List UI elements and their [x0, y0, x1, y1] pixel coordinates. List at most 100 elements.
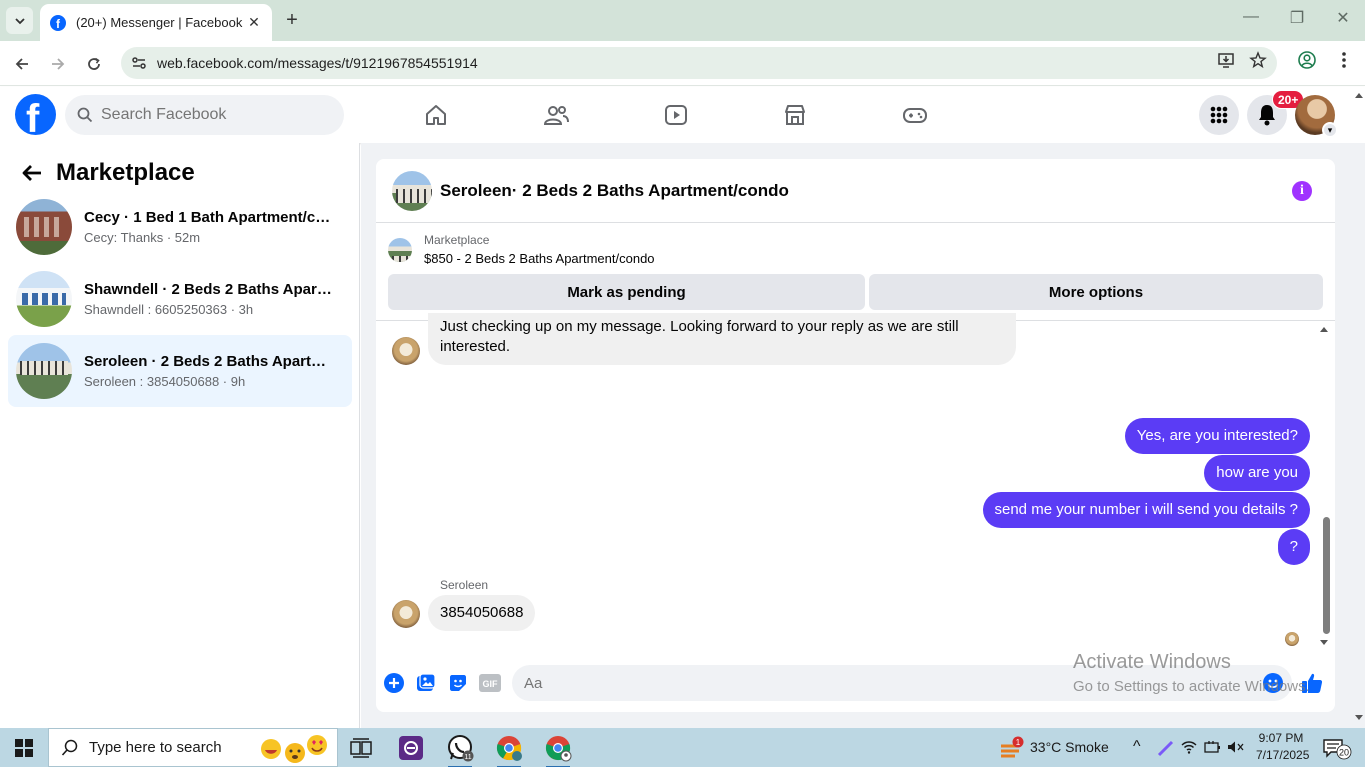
- sticker-icon: [450, 675, 466, 691]
- install-app-button[interactable]: [1215, 49, 1237, 71]
- site-settings-icon[interactable]: [130, 54, 148, 72]
- url-text: web.facebook.com/messages/t/912196785455…: [157, 55, 478, 71]
- restore-button[interactable]: ❐: [1282, 8, 1312, 28]
- chat-header: Seroleen· 2 Beds 2 Baths Apartment/condo: [376, 159, 1335, 223]
- tab-title: (20+) Messenger | Facebook: [76, 15, 243, 30]
- sticker-button[interactable]: [447, 672, 469, 694]
- minimize-button[interactable]: —: [1236, 8, 1266, 26]
- more-options-button[interactable]: More options: [869, 274, 1323, 310]
- chevron-down-icon[interactable]: ▾: [1322, 122, 1338, 138]
- more-actions-button[interactable]: [383, 672, 405, 694]
- start-button[interactable]: [0, 728, 48, 767]
- windows-taskbar: Type here to search 11 1 33°C Smoke ^ 9:…: [0, 728, 1365, 767]
- facebook-logo-icon[interactable]: f: [15, 94, 56, 135]
- nav-gaming[interactable]: [895, 99, 935, 131]
- chrome-icon: [496, 736, 522, 761]
- address-bar[interactable]: web.facebook.com/messages/t/912196785455…: [121, 47, 1277, 79]
- conversation-name: Shawndell · 2 Beds 2 Baths Apart...: [84, 281, 334, 298]
- conversation-preview: Seroleen : 3854050688 · 9h: [84, 374, 246, 389]
- new-tab-button[interactable]: +: [282, 8, 302, 32]
- facebook-search-input[interactable]: [101, 106, 321, 124]
- tab-search-dropdown[interactable]: [6, 7, 33, 34]
- browser-menu-button[interactable]: [1333, 49, 1355, 71]
- nav-friends[interactable]: [536, 99, 576, 131]
- chat-title[interactable]: Seroleen· 2 Beds 2 Baths Apartment/condo: [440, 181, 789, 201]
- show-hidden-icons-button[interactable]: ^: [1133, 738, 1141, 756]
- nav-home[interactable]: [416, 99, 456, 131]
- close-tab-icon[interactable]: ✕: [246, 14, 262, 31]
- volume-icon[interactable]: [1227, 740, 1245, 757]
- photo-icon: [417, 673, 436, 691]
- bookmark-button[interactable]: [1247, 49, 1269, 71]
- message-input[interactable]: [512, 665, 1292, 701]
- friends-icon: [543, 106, 569, 125]
- taskbar-app-whatsapp[interactable]: 11: [444, 732, 476, 767]
- page-scroll-up-icon[interactable]: [1354, 91, 1364, 99]
- nav-video[interactable]: [656, 99, 696, 131]
- outgoing-message: how are you: [1204, 455, 1310, 491]
- conversation-name: Seroleen · 2 Beds 2 Baths Apartme...: [84, 353, 334, 370]
- battery-icon[interactable]: [1204, 740, 1222, 757]
- listing-thumbnail: [16, 343, 72, 399]
- conversation-item-cecy[interactable]: Cecy · 1 Bed 1 Bath Apartment/con... Cec…: [8, 191, 352, 263]
- chat-listing-thumbnail[interactable]: [392, 170, 432, 211]
- account-avatar[interactable]: ▾: [1295, 95, 1338, 138]
- like-button[interactable]: [1301, 672, 1323, 694]
- network-icon[interactable]: [1181, 740, 1197, 757]
- browser-tab-active[interactable]: f (20+) Messenger | Facebook ✕: [40, 4, 272, 41]
- facebook-search-box[interactable]: [65, 95, 344, 135]
- taskbar-search-placeholder: Type here to search: [89, 739, 222, 756]
- facebook-favicon-icon: f: [50, 14, 66, 31]
- read-receipt-avatar: [1285, 632, 1299, 646]
- conversation-preview: Cecy: Thanks · 52m: [84, 230, 201, 245]
- nav-marketplace[interactable]: [775, 99, 815, 131]
- back-button[interactable]: [8, 50, 36, 78]
- search-icon: [77, 107, 93, 123]
- reload-button[interactable]: [80, 50, 108, 78]
- taskbar-app-chrome-2[interactable]: [542, 732, 574, 767]
- conversation-item-seroleen[interactable]: Seroleen · 2 Beds 2 Baths Apartme... Ser…: [8, 335, 352, 407]
- taskbar-search[interactable]: Type here to search: [48, 728, 338, 767]
- conversation-item-shawndell[interactable]: Shawndell · 2 Beds 2 Baths Apart... Shaw…: [8, 263, 352, 335]
- scrollbar-thumb[interactable]: [1323, 517, 1330, 634]
- attach-photo-button[interactable]: [415, 672, 437, 694]
- listing-thumbnail: [16, 199, 72, 255]
- listing-title: $850 - 2 Beds 2 Baths Apartment/condo: [424, 251, 655, 266]
- taskbar-app-chrome-1[interactable]: [493, 732, 525, 767]
- clock[interactable]: 9:07 PM 7/17/2025: [1256, 731, 1309, 762]
- gif-button[interactable]: GIF: [479, 672, 501, 694]
- plus-circle-icon: [384, 673, 404, 693]
- scroll-up-icon[interactable]: [1319, 325, 1329, 333]
- message-line: Just checking up on my message. Looking …: [440, 318, 959, 335]
- weather-widget-icon[interactable]: 1: [996, 732, 1028, 764]
- sender-name: Seroleen: [440, 578, 489, 592]
- facebook-header: f 20+ ▾: [0, 87, 1365, 143]
- message-list: Just checking up on my message. Looking …: [376, 313, 1335, 651]
- star-icon: [1249, 51, 1267, 69]
- media-app-icon: [399, 736, 423, 760]
- info-icon[interactable]: i: [1292, 181, 1312, 201]
- home-icon: [426, 105, 446, 125]
- profile-button[interactable]: [1296, 49, 1318, 71]
- pen-tray-icon[interactable]: [1150, 732, 1182, 764]
- notification-center-button[interactable]: 20: [1322, 738, 1352, 763]
- chrome-icon: [545, 736, 572, 762]
- message-line: interested.: [440, 338, 511, 355]
- mark-as-pending-button[interactable]: Mark as pending: [388, 274, 865, 310]
- smiley-icon: [1263, 673, 1283, 693]
- emoji-button[interactable]: [1262, 672, 1284, 694]
- thumbs-up-icon: [1302, 673, 1323, 693]
- page-scroll-down-icon[interactable]: [1354, 714, 1364, 722]
- arrow-left-icon: [22, 165, 41, 181]
- task-view-button[interactable]: [345, 732, 377, 764]
- forward-button[interactable]: [44, 50, 72, 78]
- notification-center-icon: 20: [1323, 739, 1352, 760]
- menu-button[interactable]: [1199, 95, 1239, 135]
- weather-text[interactable]: 33°C Smoke: [1030, 739, 1109, 755]
- listing-thumbnail: [16, 271, 72, 327]
- back-to-chats-button[interactable]: [16, 157, 48, 189]
- scroll-down-icon[interactable]: [1319, 639, 1329, 647]
- marketplace-listing-info[interactable]: Marketplace $850 - 2 Beds 2 Baths Apartm…: [388, 233, 655, 266]
- close-window-button[interactable]: ✕: [1328, 8, 1358, 28]
- taskbar-app-podcast[interactable]: [395, 732, 427, 764]
